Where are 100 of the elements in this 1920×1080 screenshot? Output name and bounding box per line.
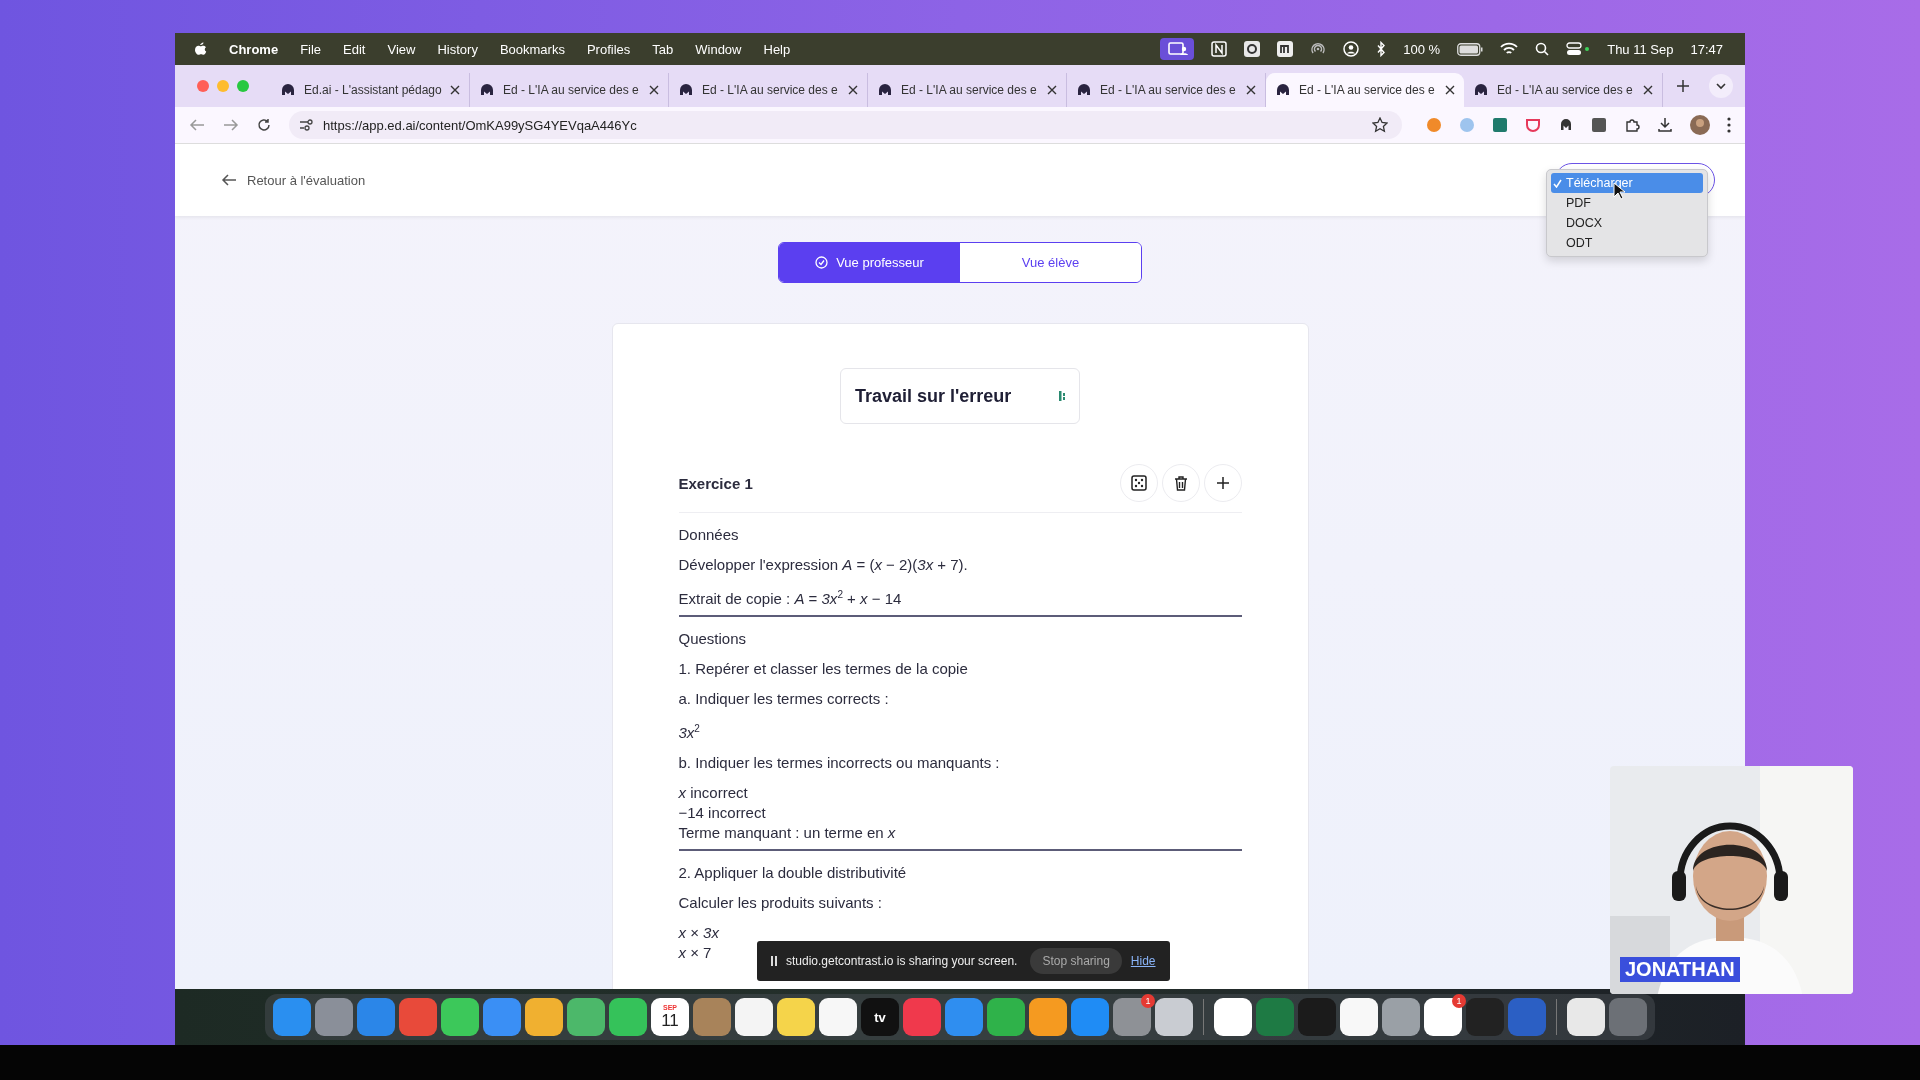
chevron-down-icon[interactable] <box>1709 74 1733 98</box>
puzzle-icon[interactable] <box>1624 117 1640 133</box>
app-icon[interactable] <box>567 998 605 1036</box>
notification-badge: 1 <box>1141 994 1155 1008</box>
browser-tab[interactable]: Ed - L'IA au service des e <box>1266 73 1464 107</box>
close-icon[interactable] <box>1445 85 1455 95</box>
download-icon[interactable] <box>1657 117 1673 133</box>
check-icon <box>1553 178 1562 188</box>
check-circle-icon <box>815 256 829 269</box>
notion-icon[interactable] <box>1211 41 1228 57</box>
text-line: x × 3x <box>678 923 719 943</box>
add-button[interactable] <box>1203 464 1242 502</box>
tab-title: Ed - L'IA au service des e <box>503 83 640 97</box>
close-icon[interactable] <box>450 85 460 95</box>
menu-item[interactable]: Window <box>695 41 742 57</box>
menu-item[interactable]: File <box>300 41 322 57</box>
text-line: Calculer les produits suivants : <box>678 893 882 913</box>
star-icon[interactable] <box>1372 117 1388 133</box>
dice-icon <box>1129 474 1148 492</box>
app-icon[interactable] <box>1214 998 1252 1036</box>
app-icon[interactable] <box>441 998 479 1036</box>
wifi-icon[interactable] <box>1500 42 1519 56</box>
menu-item[interactable]: History <box>437 41 478 57</box>
text-line: x incorrect <box>678 783 748 803</box>
new-tab-icon[interactable] <box>1677 80 1689 92</box>
avatar-icon[interactable] <box>1690 115 1710 135</box>
close-icon[interactable] <box>1047 85 1057 95</box>
menu-option[interactable]: PDF <box>1551 193 1703 213</box>
battery-percentage: 100 % <box>1403 41 1441 57</box>
app-icon[interactable] <box>525 998 563 1036</box>
close-icon[interactable] <box>1246 85 1256 95</box>
apple-icon[interactable] <box>193 41 207 57</box>
menu-item[interactable]: View <box>387 41 416 57</box>
notification-badge: 1 <box>1452 994 1466 1008</box>
app-icon[interactable] <box>819 998 857 1036</box>
clock-label: 17:47 <box>1690 41 1723 57</box>
extension-icon[interactable] <box>1558 117 1574 133</box>
menu-item[interactable]: Tab <box>652 41 674 57</box>
back-link[interactable]: Retour à l'évaluation <box>221 172 366 188</box>
view-tab[interactable]: Vue professeur <box>779 243 960 282</box>
battery-icon[interactable] <box>1457 42 1484 56</box>
bluetooth-icon[interactable] <box>1376 41 1387 57</box>
app-icon[interactable]: tv <box>861 998 899 1036</box>
app-label: tv <box>874 1009 886 1025</box>
url-text: https://app.ed.ai/content/OmKA99ySG4YEVqaA446Yc <box>323 117 637 133</box>
close-icon[interactable] <box>649 85 659 95</box>
user-icon[interactable] <box>1343 41 1360 57</box>
title-field[interactable]: Travail sur l'erreur <box>840 368 1080 424</box>
arrow-left-icon <box>221 173 237 187</box>
site-icon <box>1076 83 1092 97</box>
menu-option[interactable]: DOCX <box>1551 213 1703 233</box>
text-line: 3x$^{2}$ <box>678 722 700 743</box>
close-icon[interactable] <box>1643 85 1653 95</box>
text-line: 2. Appliquer la double distributivité <box>678 863 907 883</box>
delete-button[interactable] <box>1161 464 1200 502</box>
extension-icon[interactable] <box>1591 117 1607 133</box>
app-icon[interactable] <box>1029 998 1067 1036</box>
app-icon[interactable] <box>735 998 773 1036</box>
back-link-label: Retour à l'évaluation <box>247 172 366 188</box>
menu-item[interactable]: Bookmarks <box>499 41 565 57</box>
site-icon <box>479 83 495 97</box>
hide-link[interactable]: Hide <box>1130 954 1156 968</box>
app-icon[interactable] <box>609 998 647 1036</box>
app-icon[interactable] <box>1340 998 1378 1036</box>
site-settings-icon[interactable] <box>299 119 313 131</box>
close-icon[interactable] <box>848 85 858 95</box>
document-title: Travail sur l'erreur <box>855 385 1012 407</box>
view-tab[interactable]: Vue élève <box>960 243 1141 282</box>
forward-icon[interactable] <box>223 118 239 132</box>
menu-item[interactable]: Help <box>763 41 791 57</box>
app-icon[interactable] <box>1155 998 1193 1036</box>
menu-item[interactable]: Edit <box>343 41 366 57</box>
search-icon[interactable] <box>1535 42 1550 56</box>
text-line: Questions <box>678 629 747 649</box>
text-line: Terme manquant : un terme en x <box>678 823 896 843</box>
shuffle-button[interactable] <box>1119 464 1158 502</box>
control-center-icon[interactable] <box>1566 42 1591 56</box>
tab-title: Ed - L'IA au service des e <box>1100 83 1237 97</box>
address-field[interactable]: https://app.ed.ai/content/OmKA99ySG4YEVqaA446Yc <box>289 111 1402 139</box>
stop-sharing-button[interactable]: Stop sharing <box>1030 948 1122 974</box>
app-menu[interactable]: Chrome <box>229 41 279 57</box>
text-line: a. Indiquer les termes corrects : <box>678 689 889 709</box>
reload-icon[interactable] <box>257 118 271 132</box>
text-line: x × 7 <box>678 943 712 963</box>
menu-item[interactable]: Profiles <box>586 41 631 57</box>
name-label: JONATHAN <box>1620 957 1740 982</box>
text-line: b. Indiquer les termes incorrects ou manquants : <box>678 753 1000 773</box>
app-icon[interactable] <box>1567 998 1605 1036</box>
app-icon[interactable] <box>1277 41 1294 57</box>
text-line: Extrait de copie : A = 3x$^{2}$ + x − 14 <box>678 588 902 609</box>
text-line: Données <box>678 525 739 545</box>
site-icon <box>280 83 296 97</box>
text-line: Développer l'expression A = (x − 2)(3x + 7). <box>678 555 968 575</box>
tab-title: Ed - L'IA au service des e <box>1497 83 1634 97</box>
app-icon[interactable] <box>777 998 815 1036</box>
menu-option[interactable]: ODT <box>1551 233 1703 253</box>
back-icon[interactable] <box>189 118 205 132</box>
screen-share-icon[interactable] <box>1160 38 1195 60</box>
more-icon[interactable] <box>1727 117 1731 133</box>
exercise-title: Exercice 1 <box>678 474 753 492</box>
